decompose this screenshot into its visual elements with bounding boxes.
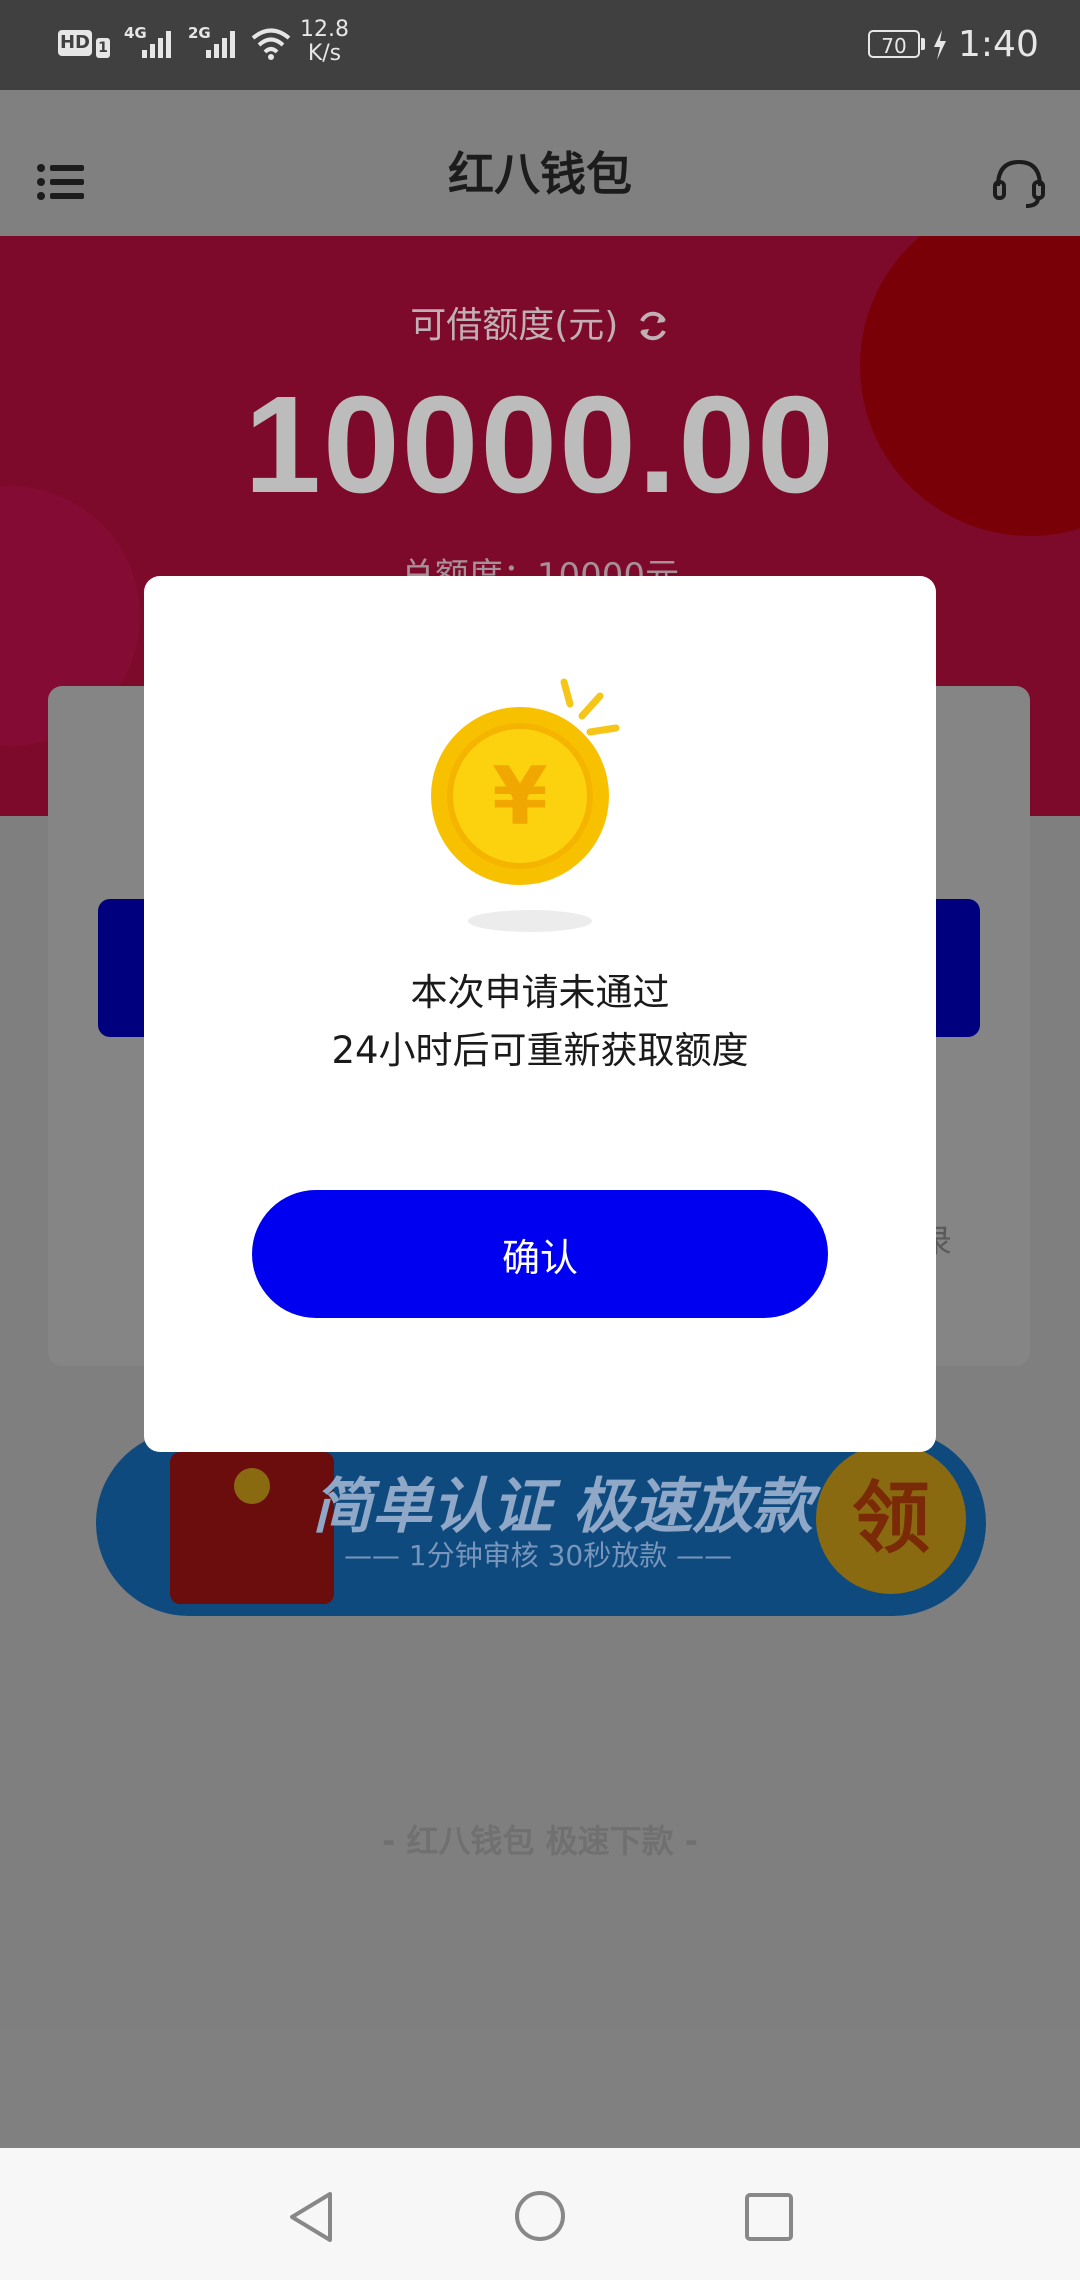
- back-triangle-icon[interactable]: [286, 2190, 336, 2244]
- recents-square-icon[interactable]: [744, 2192, 794, 2242]
- home-circle-icon[interactable]: [514, 2190, 566, 2242]
- system-nav-bar: [0, 2148, 1080, 2280]
- dialog-message-line1: 本次申请未通过: [410, 971, 670, 1014]
- coin-shadow: [468, 910, 592, 932]
- rejection-dialog: ¥ 本次申请未通过 24小时后可重新获取额度 确认: [144, 576, 936, 1452]
- svg-text:¥: ¥: [492, 750, 548, 843]
- dialog-message-line2: 24小时后可重新获取额度: [331, 1029, 749, 1072]
- gold-coin-icon: ¥: [431, 678, 620, 885]
- confirm-button[interactable]: 确认: [252, 1190, 828, 1318]
